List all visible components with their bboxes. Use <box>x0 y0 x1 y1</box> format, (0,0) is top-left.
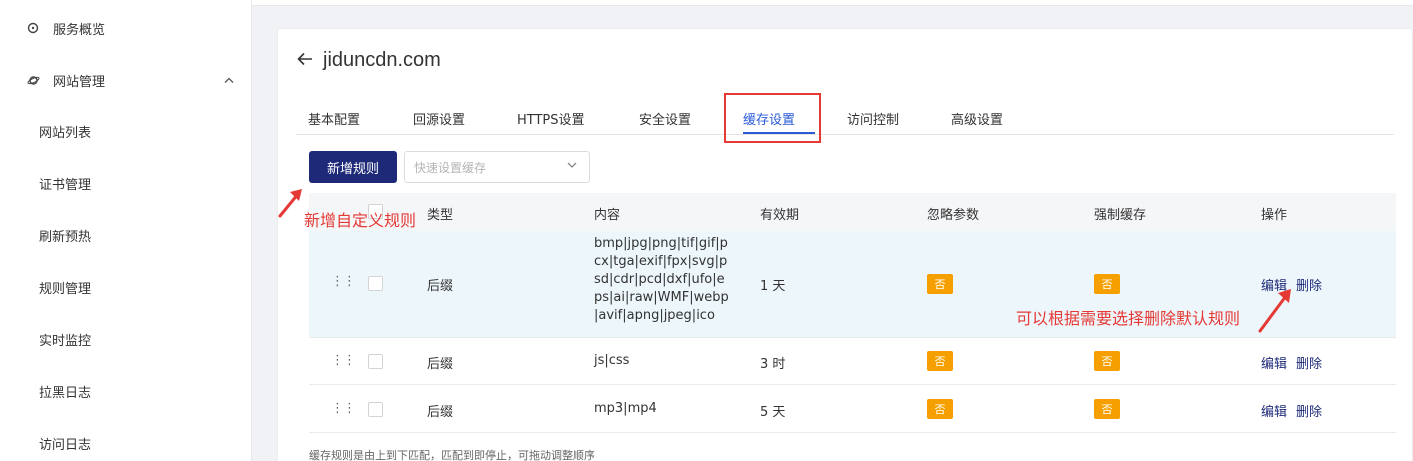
delete-link[interactable]: 删除 <box>1296 401 1322 420</box>
rule-content: mp3|mp4 <box>594 401 657 416</box>
force-cache-badge: 否 <box>1094 274 1120 294</box>
drag-handle-icon[interactable]: ⋮⋮ <box>331 401 356 416</box>
sidebar-item-rules[interactable]: 规则管理 <box>0 261 252 313</box>
main-card: jiduncdn.com 基本配置 回源设置 HTTPS设置 安全设置 缓存设置… <box>277 28 1413 461</box>
highlight-box <box>724 93 821 143</box>
force-cache-badge: 否 <box>1094 399 1120 419</box>
select-placeholder: 快速设置缓存 <box>414 160 487 175</box>
page-header: jiduncdn.com <box>297 49 441 72</box>
drag-handle-icon[interactable]: ⋮⋮ <box>331 353 356 368</box>
page-title: jiduncdn.com <box>323 49 441 71</box>
add-rule-button[interactable]: 新增规则 <box>309 151 397 183</box>
tab-security-settings[interactable]: 安全设置 <box>639 109 691 128</box>
rule-ttl: 5 天 <box>760 405 786 420</box>
column-header-type: 类型 <box>427 208 454 223</box>
sidebar-item-block-log[interactable]: 拉黑日志 <box>0 365 252 417</box>
tab-https-settings[interactable]: HTTPS设置 <box>517 109 585 128</box>
rule-type: 后缀 <box>427 405 454 420</box>
rule-content: js|css <box>594 353 630 368</box>
table-footer-note: 缓存规则是由上到下匹配，匹配到即停止，可拖动调整顺序 <box>309 449 595 461</box>
column-header-actions: 操作 <box>1261 208 1288 223</box>
annotation-add-rule: 新增自定义规则 <box>304 211 417 230</box>
ignore-params-badge: 否 <box>927 351 953 371</box>
rule-content: bmp|jpg|png|tif|gif|pcx|tga|exif|fpx|svg… <box>594 236 729 323</box>
sidebar-item-site-management[interactable]: 网站管理 <box>0 54 252 106</box>
column-header-ttl: 有效期 <box>760 208 800 223</box>
edit-link[interactable]: 编辑 <box>1261 401 1287 420</box>
column-header-ignore-params: 忽略参数 <box>927 208 980 223</box>
tab-bar: 基本配置 回源设置 HTTPS设置 安全设置 缓存设置 访问控制 高级设置 <box>296 102 1394 135</box>
chevron-up-icon[interactable] <box>224 74 234 87</box>
table-header: 类型 内容 有效期 忽略参数 强制缓存 操作 <box>309 193 1396 231</box>
delete-link[interactable]: 删除 <box>1296 275 1322 294</box>
rule-type: 后缀 <box>427 279 454 294</box>
sidebar-item-label: 网站管理 <box>53 74 106 90</box>
sidebar-item-label: 实时监控 <box>39 333 92 349</box>
rule-type: 后缀 <box>427 357 454 372</box>
force-cache-badge: 否 <box>1094 351 1120 371</box>
drag-handle-icon[interactable]: ⋮⋮ <box>331 274 356 289</box>
annotation-arrow-icon <box>1258 289 1291 333</box>
tab-advanced-settings[interactable]: 高级设置 <box>951 109 1003 128</box>
quick-cache-select[interactable]: 快速设置缓存 <box>404 151 590 183</box>
sidebar-item-refresh-prefetch[interactable]: 刷新预热 <box>0 209 252 261</box>
sidebar-item-realtime-monitor[interactable]: 实时监控 <box>0 313 252 365</box>
dashboard-icon <box>26 21 40 35</box>
rule-ttl: 1 天 <box>760 279 786 294</box>
row-checkbox[interactable] <box>368 402 383 417</box>
back-arrow-icon[interactable] <box>297 50 313 71</box>
ignore-params-badge: 否 <box>927 274 953 294</box>
table-row: ⋮⋮ 后缀 js|css 3 时 否 否 编辑 删除 <box>309 338 1396 385</box>
tab-basic-config[interactable]: 基本配置 <box>308 109 360 128</box>
planet-icon <box>26 73 40 87</box>
sidebar-item-site-list[interactable]: 网站列表 <box>0 105 252 157</box>
column-header-content: 内容 <box>594 208 621 223</box>
sidebar-item-label: 服务概览 <box>53 22 106 38</box>
sidebar: 服务概览 网站管理 网站列表 证书管理 刷新预热 规则管理 实时监控 拉黑日志 … <box>0 0 252 461</box>
sidebar-item-label: 证书管理 <box>39 177 92 193</box>
rule-ttl: 3 时 <box>760 357 786 372</box>
chevron-down-icon <box>567 160 577 171</box>
tab-origin-settings[interactable]: 回源设置 <box>413 109 465 128</box>
sidebar-item-access-log[interactable]: 访问日志 <box>0 417 252 461</box>
sidebar-item-label: 拉黑日志 <box>39 385 92 401</box>
sidebar-item-label: 刷新预热 <box>39 229 92 245</box>
tab-access-control[interactable]: 访问控制 <box>847 109 899 128</box>
row-checkbox[interactable] <box>368 354 383 369</box>
sidebar-item-overview[interactable]: 服务概览 <box>0 2 252 54</box>
sidebar-item-label: 规则管理 <box>39 281 92 297</box>
sidebar-item-certificates[interactable]: 证书管理 <box>0 157 252 209</box>
delete-link[interactable]: 删除 <box>1296 353 1322 372</box>
sidebar-item-label: 访问日志 <box>39 437 92 453</box>
edit-link[interactable]: 编辑 <box>1261 353 1287 372</box>
annotation-delete-rule: 可以根据需要选择删除默认规则 <box>1016 309 1241 328</box>
row-checkbox[interactable] <box>368 276 383 291</box>
ignore-params-badge: 否 <box>927 399 953 419</box>
top-bar <box>252 0 1413 6</box>
column-header-force-cache: 强制缓存 <box>1094 208 1147 223</box>
table-row: ⋮⋮ 后缀 mp3|mp4 5 天 否 否 编辑 删除 <box>309 385 1396 433</box>
sidebar-item-label: 网站列表 <box>39 125 92 141</box>
annotation-arrow-icon <box>278 189 302 218</box>
